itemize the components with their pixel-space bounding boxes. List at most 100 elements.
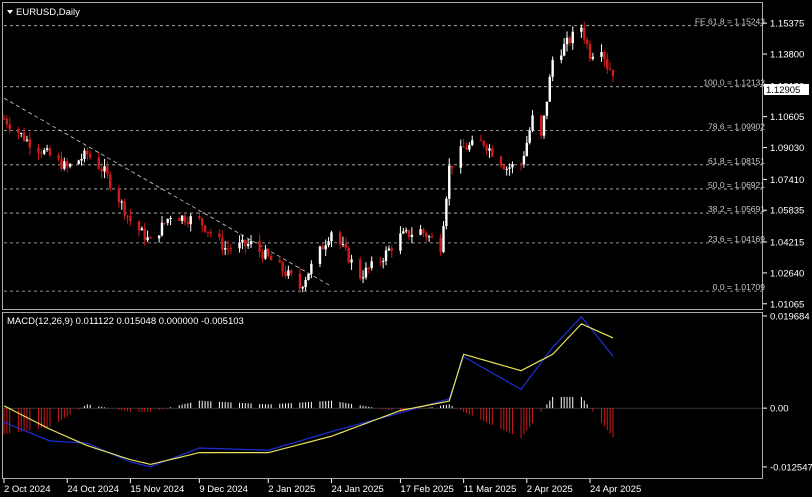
fib-label: FE 61.8 = 1.15243 <box>695 17 765 27</box>
price-tick-label: 1.02640 <box>770 268 804 279</box>
candle-body <box>591 56 595 59</box>
time-tick-label: 2 Apr 2025 <box>527 484 573 495</box>
candle-body <box>525 142 529 156</box>
candle-body <box>40 152 43 154</box>
dropdown-triangle-icon[interactable] <box>7 10 13 14</box>
fib-label: 50.0 = 1.06921 <box>708 180 765 190</box>
candle-body <box>290 270 293 274</box>
candle-body <box>522 155 526 165</box>
symbol-title: EURUSD,Daily <box>16 7 80 18</box>
candle-body <box>419 229 422 235</box>
candle-body <box>402 231 405 234</box>
candle-body <box>611 69 615 76</box>
candle-body <box>28 139 32 148</box>
candle-body <box>203 225 207 232</box>
price-tick-label: 1.04215 <box>770 238 804 249</box>
candle-body <box>488 148 491 151</box>
candle-body <box>169 218 172 220</box>
candle-body <box>347 247 350 263</box>
candle-body <box>267 249 270 256</box>
price-tick-label: 1.01065 <box>770 299 804 310</box>
candle-body <box>542 115 546 136</box>
fib-label: 38.2 = 1.05691 <box>708 204 765 214</box>
candle-body <box>562 44 566 56</box>
candle-body <box>261 251 264 259</box>
candle-body <box>178 218 181 221</box>
candle-body <box>545 101 549 116</box>
macd-pane-frame <box>2 312 763 479</box>
candle-body <box>425 233 428 238</box>
candle-body <box>560 55 563 60</box>
candle-body <box>123 201 126 216</box>
candle-body <box>48 148 52 156</box>
candle-body <box>459 146 462 168</box>
time-tick-label: 2 Jan 2025 <box>268 484 315 495</box>
candle-body <box>439 237 442 253</box>
candle-body <box>264 249 267 259</box>
candle-body <box>445 198 448 226</box>
candle-body <box>180 215 184 221</box>
candle-body <box>318 246 322 264</box>
price-tick-label: 1.09030 <box>770 143 804 154</box>
candle-body <box>298 273 302 289</box>
candle-body <box>379 261 382 263</box>
candle-body <box>384 250 388 262</box>
candle-body <box>471 140 474 145</box>
fibonacci-levels: FE 61.8 = 1.15243 100.0 = 1.12133 78.6 = 1… <box>4 17 765 292</box>
candle-body <box>163 222 167 224</box>
candle-body <box>25 139 29 141</box>
candle-body <box>422 229 425 234</box>
candle-body <box>100 168 103 172</box>
candle-body <box>502 165 506 170</box>
candle-body <box>341 244 345 246</box>
candle-body <box>8 124 11 130</box>
candle-body <box>226 248 230 250</box>
candle-body <box>244 239 247 246</box>
candle-body <box>499 156 503 166</box>
candle-body <box>462 146 465 148</box>
candle-body <box>548 76 551 102</box>
candle-body <box>539 115 543 136</box>
candle-body <box>109 174 112 189</box>
candle-body <box>519 164 523 166</box>
candle-body <box>238 242 241 249</box>
candle-body <box>304 279 307 288</box>
candle-body <box>221 237 224 250</box>
candle-body <box>603 52 606 59</box>
candle-body <box>37 147 40 153</box>
time-axis: 2 Oct 2024 24 Oct 2024 15 Nov 2024 9 Dec 20… <box>3 479 641 495</box>
candle-body <box>370 261 373 268</box>
candle-body <box>367 267 371 269</box>
candle-body <box>465 147 468 150</box>
candle-body <box>160 222 164 236</box>
macd-title: MACD(12,26,9) 0.011122 0.015048 0.000000… <box>7 316 244 327</box>
candle-body <box>528 130 531 143</box>
candle-body <box>565 37 569 45</box>
candle-body <box>344 244 348 248</box>
time-tick-label: 24 Oct 2024 <box>67 484 119 495</box>
candle-body <box>381 261 385 263</box>
price-tick-label: 1.05835 <box>770 206 804 217</box>
candle-body <box>606 58 609 69</box>
time-tick-label: 2 Oct 2024 <box>4 484 50 495</box>
candle-body <box>22 133 26 141</box>
candle-body <box>140 228 144 231</box>
candle-body <box>86 150 89 155</box>
candle-body <box>88 154 92 158</box>
candle-body <box>157 235 161 239</box>
time-tick-label: 24 Jan 2025 <box>331 484 383 495</box>
candle-body <box>97 157 100 169</box>
candle-body <box>407 230 411 237</box>
candle-body <box>585 39 589 44</box>
price-axis: 1.153751.138001.121801.106051.090301.074… <box>763 19 804 310</box>
chart-window[interactable]: FE 61.8 = 1.15243 100.0 = 1.12133 78.6 = 1… <box>0 0 812 497</box>
candle-body <box>485 145 488 151</box>
current-price-label: 1.12905 <box>766 85 800 96</box>
candle-body <box>310 263 313 274</box>
candle-body <box>137 221 141 231</box>
candle-body <box>183 215 187 223</box>
candle-body <box>117 188 121 203</box>
candle-body <box>223 248 227 250</box>
macd-axis: 0.019684 0.00 -0.012547 <box>763 311 812 473</box>
candle-body <box>198 216 201 219</box>
